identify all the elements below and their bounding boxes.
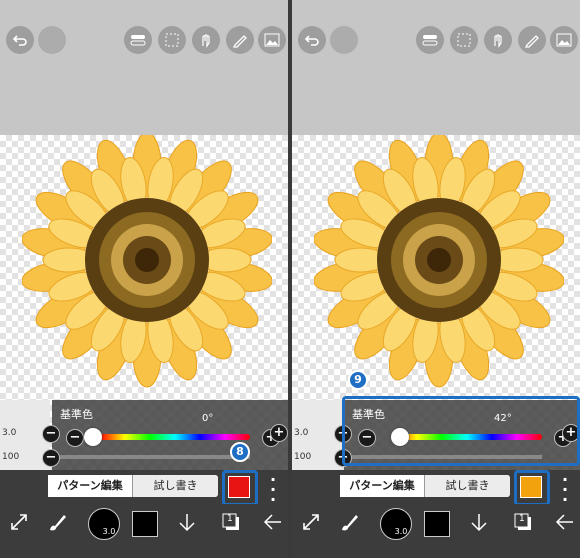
- hue-slider-track[interactable]: [100, 434, 250, 440]
- transform-tool[interactable]: [296, 507, 326, 537]
- step-badge: 8: [230, 442, 250, 462]
- tab-trial-drawing[interactable]: 試し書き: [133, 475, 218, 497]
- toggle-icon: [130, 35, 146, 46]
- toggle-icon: [422, 35, 438, 46]
- opacity-slider[interactable]: [60, 455, 250, 459]
- transform-icon: [303, 514, 319, 530]
- undo-button[interactable]: [298, 26, 326, 54]
- hue-value: 0°: [202, 413, 214, 424]
- undo-icon: [304, 35, 319, 46]
- selection-button[interactable]: [158, 26, 186, 54]
- brush-size-button[interactable]: 3.0: [88, 508, 120, 540]
- hue-slider-knob[interactable]: [84, 428, 102, 446]
- hand-icon: [202, 34, 210, 48]
- more-menu-button[interactable]: · · ·: [562, 472, 568, 508]
- scroll-down-button[interactable]: [172, 507, 202, 537]
- back-button[interactable]: [550, 507, 580, 537]
- brush-tool[interactable]: [42, 507, 72, 537]
- toggle-button[interactable]: [124, 26, 152, 54]
- arrow-down-icon: [179, 514, 195, 532]
- color-button[interactable]: [132, 511, 158, 537]
- undo-button[interactable]: [6, 26, 34, 54]
- tab-pattern-edit[interactable]: パターン編集: [48, 475, 133, 497]
- pencil-icon: [524, 35, 539, 48]
- brush-tool[interactable]: [334, 507, 364, 537]
- selection-icon: [457, 33, 471, 47]
- gesture-button[interactable]: [484, 26, 512, 54]
- sunflower-image: [314, 135, 564, 388]
- hue-minus-button[interactable]: −: [66, 429, 84, 447]
- step-badge: 9: [348, 370, 368, 390]
- redo-button[interactable]: [38, 26, 66, 54]
- brush-size-readout: 3.0: [102, 526, 116, 536]
- size-minus-button[interactable]: −: [42, 425, 60, 443]
- right-screen: 基準色 42° 3.0 100 − − − + + 9 パターン編集 試し書き …: [292, 0, 580, 558]
- mode-tabs: パターン編集 試し書き: [48, 475, 218, 497]
- arrow-down-icon: [471, 514, 487, 532]
- ruler-button[interactable]: [518, 26, 546, 54]
- transform-icon: [11, 514, 27, 530]
- brush-size-label: 3.0: [294, 428, 309, 438]
- image-button[interactable]: [258, 26, 286, 54]
- layers-button[interactable]: 1: [216, 507, 246, 537]
- arrow-left-icon: [263, 514, 281, 530]
- layer-count: 1: [227, 514, 233, 524]
- image-icon: [556, 33, 572, 47]
- sunflower-image: [22, 135, 272, 388]
- hue-label: 基準色: [60, 408, 93, 421]
- left-screen: 基準色 0° 3.0 100 − − − + + パターン編集 試し書き 8 ·…: [0, 0, 288, 558]
- brush-size-readout: 3.0: [394, 526, 408, 536]
- layers-button[interactable]: 1: [508, 507, 538, 537]
- brush-size-button[interactable]: 3.0: [380, 508, 412, 540]
- back-button[interactable]: [258, 507, 288, 537]
- image-icon: [264, 33, 280, 47]
- mode-tabs: パターン編集 試し書き: [340, 475, 510, 497]
- tab-pattern-edit[interactable]: パターン編集: [340, 475, 425, 497]
- opacity-label: 100: [2, 452, 20, 462]
- ruler-button[interactable]: [226, 26, 254, 54]
- more-menu-button[interactable]: · · ·: [270, 472, 276, 508]
- tab-trial-drawing[interactable]: 試し書き: [425, 475, 510, 497]
- highlight-box: [342, 396, 580, 466]
- pencil-icon: [232, 35, 247, 48]
- image-button[interactable]: [550, 26, 578, 54]
- gesture-button[interactable]: [192, 26, 220, 54]
- selection-button[interactable]: [450, 26, 478, 54]
- opacity-minus-button[interactable]: −: [42, 449, 60, 467]
- swatch-highlight-box: [514, 470, 550, 506]
- redo-button[interactable]: [330, 26, 358, 54]
- selection-icon: [165, 33, 179, 47]
- brush-size-label: 3.0: [2, 428, 17, 438]
- scroll-down-button[interactable]: [464, 507, 494, 537]
- top-toolbar: [0, 0, 288, 135]
- brush-icon: [342, 515, 358, 531]
- top-toolbar: [292, 0, 580, 135]
- transform-tool[interactable]: [4, 507, 34, 537]
- hand-icon: [494, 34, 502, 48]
- size-plus-button[interactable]: +: [270, 424, 288, 442]
- layer-count: 1: [519, 514, 525, 524]
- opacity-label: 100: [294, 452, 312, 462]
- brush-icon: [50, 515, 66, 531]
- toggle-button[interactable]: [416, 26, 444, 54]
- undo-icon: [12, 35, 27, 46]
- highlight-box: [222, 470, 258, 506]
- arrow-left-icon: [555, 514, 573, 530]
- color-button[interactable]: [424, 511, 450, 537]
